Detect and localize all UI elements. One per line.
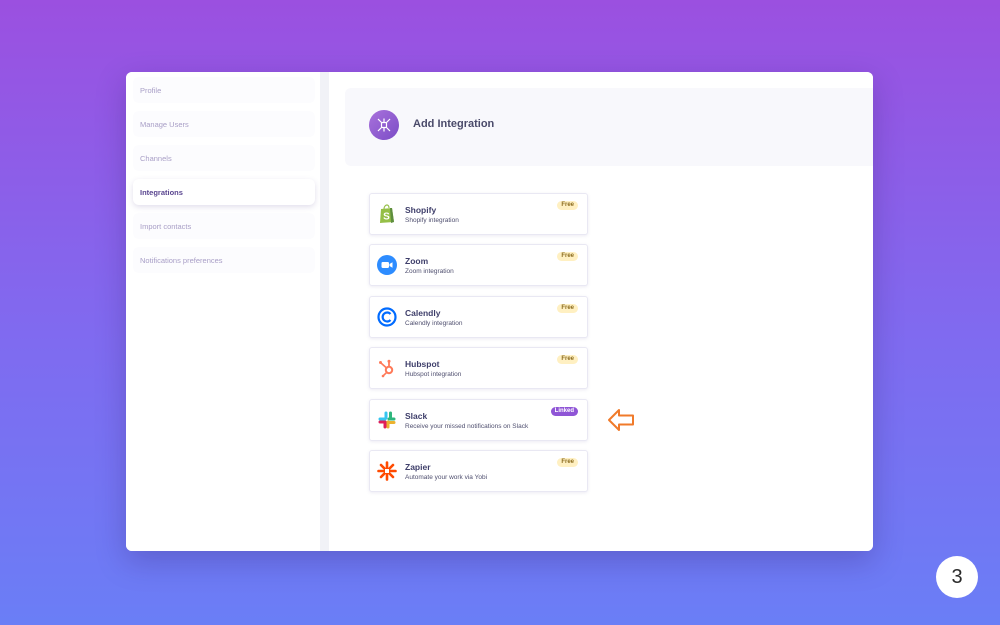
integration-card-zapier[interactable]: Zapier Automate your work via Yobi Free	[369, 450, 588, 492]
integration-card-hubspot[interactable]: Hubspot Hubspot integration Free	[369, 347, 588, 389]
status-badge: Free	[557, 304, 578, 313]
integration-name: Shopify	[405, 205, 437, 215]
zoom-icon	[377, 255, 397, 275]
integration-description: Zoom integration	[405, 268, 454, 275]
zapier-icon	[377, 461, 397, 481]
sidebar-item-manage-users[interactable]: Manage Users	[133, 111, 315, 137]
sidebar-item-notifications-preferences[interactable]: Notifications preferences	[133, 247, 315, 273]
step-number-badge: 3	[936, 556, 978, 598]
sidebar-item-channels[interactable]: Channels	[133, 145, 315, 171]
integration-description: Receive your missed notifications on Sla…	[405, 423, 529, 430]
integration-name: Zoom	[405, 256, 429, 266]
hubspot-icon	[377, 358, 397, 378]
sidebar-item-integrations[interactable]: Integrations	[133, 179, 315, 205]
sidebar-item-label: Channels	[140, 153, 172, 163]
settings-window: Profile Manage Users Channels Integratio…	[126, 72, 873, 551]
integration-hub-icon	[369, 110, 399, 140]
integration-card-zoom[interactable]: Zoom Zoom integration Free	[369, 244, 588, 286]
svg-text:S: S	[383, 212, 390, 223]
sidebar-item-label: Import contacts	[140, 221, 192, 231]
sidebar-item-label: Integrations	[140, 187, 183, 197]
sidebar-item-label: Notifications preferences	[140, 255, 223, 265]
integration-description: Automate your work via Yobi	[405, 474, 488, 481]
settings-sidebar: Profile Manage Users Channels Integratio…	[126, 72, 320, 551]
integration-card-calendly[interactable]: Calendly Calendly integration Free	[369, 296, 588, 338]
integration-name: Zapier	[405, 462, 431, 472]
shopify-icon: S	[377, 204, 397, 224]
step-number: 3	[951, 565, 963, 588]
integration-card-slack[interactable]: Slack Receive your missed notifications …	[369, 399, 588, 441]
sidebar-item-label: Profile	[140, 85, 162, 95]
sidebar-divider	[320, 72, 329, 551]
main-panel: Add Integration S Shopify Shopify integr…	[329, 72, 873, 551]
integration-description: Calendly integration	[405, 320, 463, 327]
status-badge: Free	[557, 252, 578, 261]
calendly-icon	[377, 307, 397, 327]
integration-card-shopify[interactable]: S Shopify Shopify integration Free	[369, 193, 588, 235]
arrow-left-icon	[607, 406, 635, 434]
integration-name: Hubspot	[405, 359, 440, 369]
integration-description: Shopify integration	[405, 217, 459, 224]
integration-description: Hubspot integration	[405, 371, 462, 378]
slack-icon	[377, 410, 397, 430]
status-badge: Free	[557, 355, 578, 364]
sidebar-item-label: Manage Users	[140, 119, 189, 129]
sidebar-item-profile[interactable]: Profile	[133, 77, 315, 103]
status-badge: Linked	[550, 407, 578, 416]
status-badge: Free	[557, 458, 578, 467]
page-title: Add Integration	[413, 118, 495, 130]
integration-name: Calendly	[405, 308, 441, 318]
status-badge: Free	[557, 201, 578, 210]
page-header: Add Integration	[345, 88, 873, 166]
integration-name: Slack	[405, 411, 428, 421]
sidebar-item-import-contacts[interactable]: Import contacts	[133, 213, 315, 239]
